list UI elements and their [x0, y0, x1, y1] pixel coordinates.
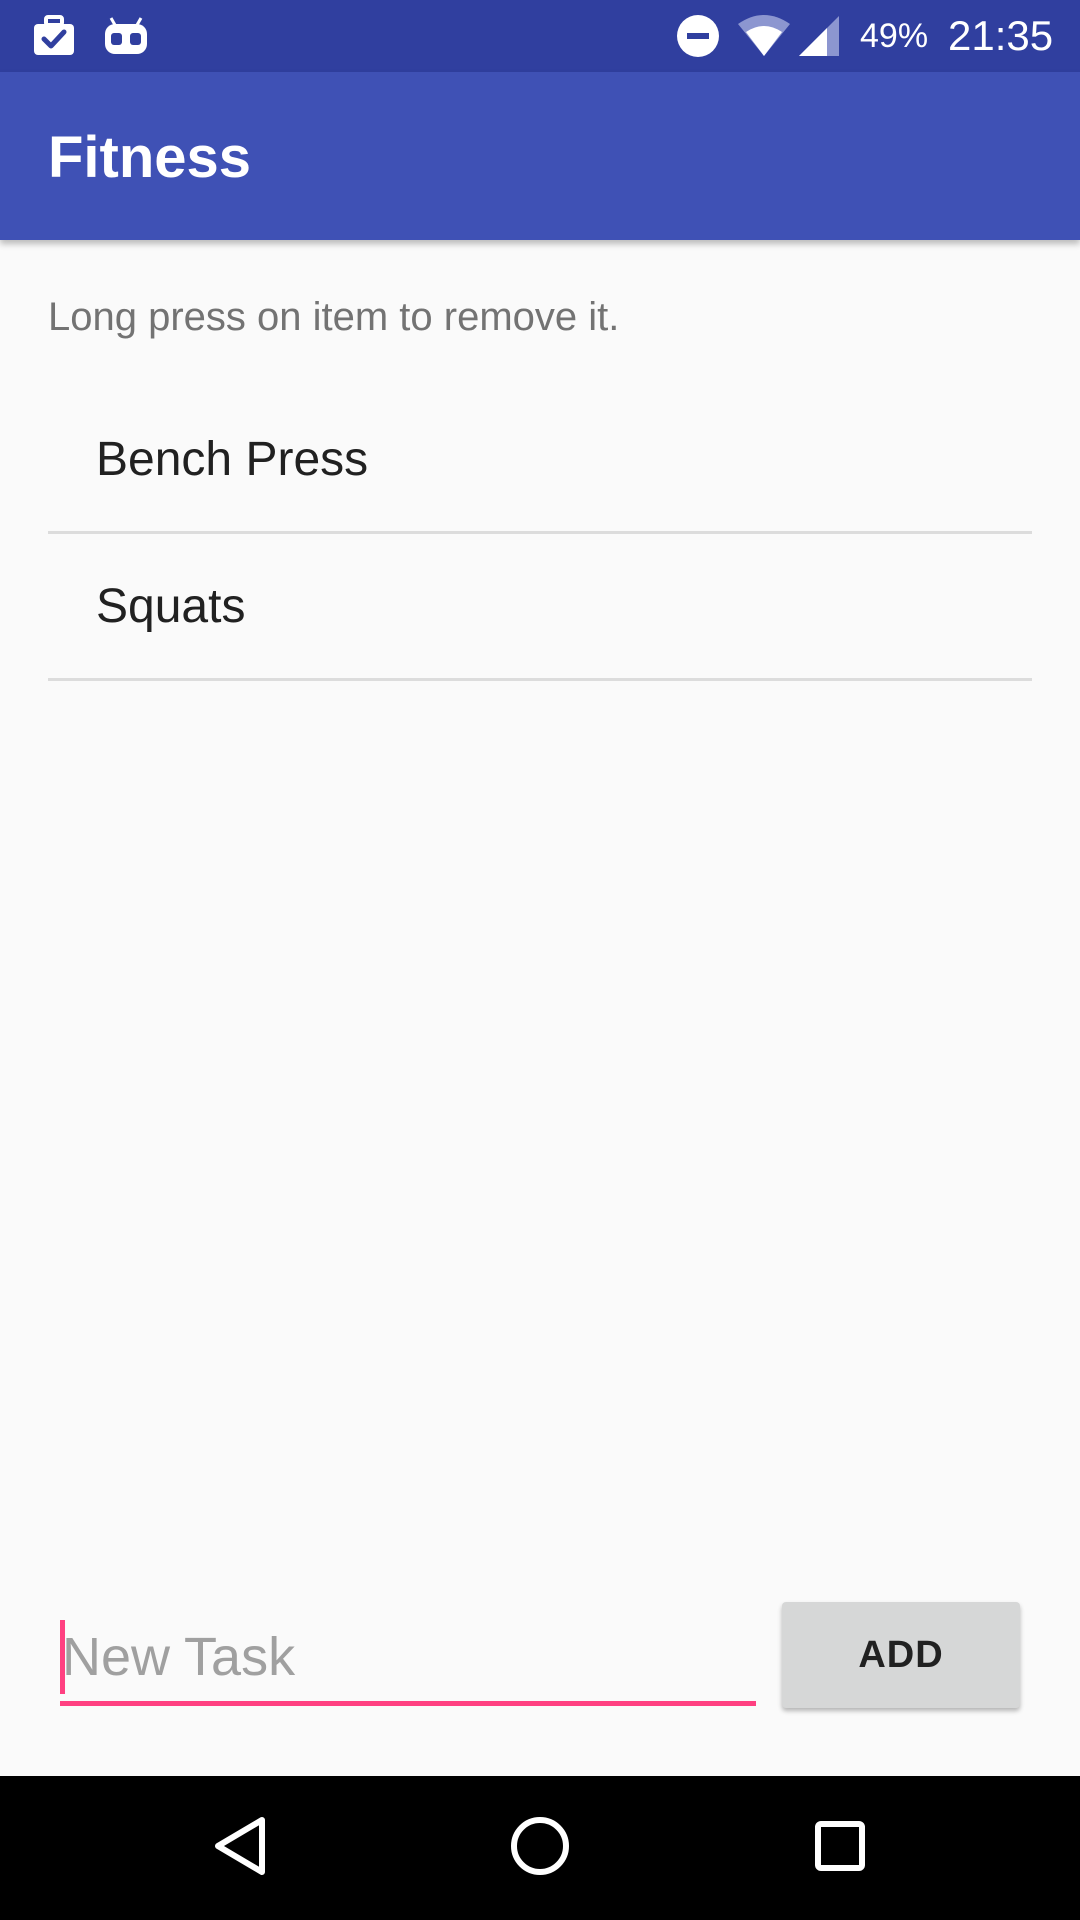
- add-button[interactable]: ADD: [782, 1602, 1020, 1708]
- cell-signal-icon: [796, 0, 842, 72]
- navigation-bar: [0, 1776, 1080, 1920]
- task-list: Bench Press Squats: [48, 388, 1032, 681]
- android-robot-icon: [102, 0, 150, 72]
- back-button[interactable]: [190, 1798, 290, 1898]
- hint-text: Long press on item to remove it.: [48, 295, 620, 339]
- app-bar: Fitness: [0, 72, 1080, 240]
- list-item[interactable]: Squats: [48, 534, 1032, 681]
- wifi-icon: [736, 0, 792, 72]
- briefcase-check-icon: [30, 0, 78, 72]
- home-icon: [510, 1816, 570, 1881]
- new-task-field: [60, 1612, 756, 1706]
- back-icon: [212, 1816, 268, 1881]
- new-task-input[interactable]: [60, 1612, 756, 1701]
- battery-percentage: 49%: [860, 17, 929, 55]
- do-not-disturb-icon: [674, 0, 722, 72]
- page-title: Fitness: [48, 125, 252, 190]
- clock: 21:35: [948, 12, 1054, 59]
- list-item[interactable]: Bench Press: [48, 388, 1032, 534]
- recents-icon: [814, 1820, 866, 1877]
- status-bar: 49% 21:35: [0, 0, 1080, 72]
- recents-button[interactable]: [790, 1798, 890, 1898]
- text-cursor: [60, 1620, 65, 1694]
- home-button[interactable]: [490, 1798, 590, 1898]
